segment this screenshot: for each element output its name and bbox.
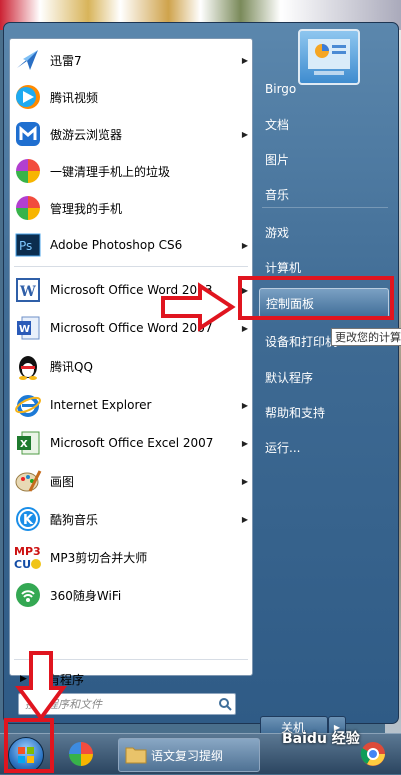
- paint-icon: [14, 467, 42, 495]
- svg-text:Ps: Ps: [19, 239, 32, 253]
- highlight-box-control-panel: [238, 276, 394, 320]
- pinwheel-icon[interactable]: [66, 739, 96, 769]
- program-item[interactable]: Internet Explorer ▶: [10, 387, 252, 423]
- word-icon: W: [14, 276, 42, 304]
- program-label: Internet Explorer: [50, 398, 152, 412]
- svg-text:MP3: MP3: [14, 545, 41, 558]
- right-item-default-programs[interactable]: 默认程序: [259, 362, 389, 392]
- program-item[interactable]: MP3 CU MP3剪切合并大师: [10, 539, 252, 575]
- arrow-down-icon: [15, 650, 67, 722]
- program-item[interactable]: Ps Adobe Photoshop CS6 ▶: [10, 227, 252, 263]
- program-label: 一键清理手机上的垃圾: [50, 164, 171, 179]
- pinwheel-icon: [14, 194, 42, 222]
- program-item[interactable]: X Microsoft Office Excel 2007 ▶: [10, 425, 252, 461]
- divider: [262, 207, 388, 208]
- right-item-pictures[interactable]: 图片: [259, 144, 389, 174]
- program-label: 傲游云浏览器: [50, 127, 123, 142]
- program-item[interactable]: 管理我的手机: [10, 190, 252, 226]
- program-label: 迅雷7: [50, 53, 82, 68]
- svg-text:CU: CU: [14, 558, 31, 571]
- taskbar-task-document[interactable]: 语文复习提纲: [118, 738, 260, 772]
- qq-penguin-icon: [14, 352, 42, 380]
- start-menu: 迅雷7 ▶ 腾讯视频 傲游云浏览器 ▶ 一键清理手机上的垃圾 管理我的手机 Ps…: [3, 22, 399, 738]
- word-icon: W: [14, 314, 42, 342]
- task-label: 语文复习提纲: [151, 748, 224, 763]
- mp3-cutter-icon: MP3 CU: [14, 543, 42, 571]
- divider: [14, 266, 248, 267]
- program-label: MP3剪切合并大师: [50, 550, 148, 565]
- svg-text:W: W: [19, 324, 30, 335]
- program-item[interactable]: 画图 ▶: [10, 463, 252, 499]
- ie-icon: [14, 391, 42, 419]
- submenu-arrow-icon: ▶: [241, 400, 249, 410]
- program-item[interactable]: 迅雷7 ▶: [10, 42, 252, 78]
- right-item-run[interactable]: 运行...: [259, 432, 389, 462]
- program-item[interactable]: 傲游云浏览器 ▶: [10, 116, 252, 152]
- program-label: 360随身WiFi: [50, 588, 122, 603]
- program-label: 酷狗音乐: [50, 512, 99, 527]
- svg-text:X: X: [20, 439, 28, 450]
- submenu-arrow-icon: ▶: [241, 323, 249, 333]
- watermark: Baidu 经验: [282, 731, 360, 747]
- right-item-user[interactable]: Birgo: [259, 74, 389, 104]
- right-item-games[interactable]: 游戏: [259, 217, 389, 247]
- program-label: Microsoft Office Excel 2007: [50, 436, 214, 450]
- pinwheel-icon: [14, 157, 42, 185]
- thunder-bird-icon: [14, 46, 42, 74]
- submenu-arrow-icon: ▶: [241, 55, 249, 65]
- wifi-360-icon: [14, 581, 42, 609]
- kugou-icon: K: [14, 505, 42, 533]
- maxthon-icon: [14, 120, 42, 148]
- right-item-music[interactable]: 音乐: [259, 179, 389, 209]
- program-label: 管理我的手机: [50, 201, 123, 216]
- svg-text:K: K: [23, 513, 34, 528]
- chrome-icon[interactable]: [358, 739, 388, 769]
- program-label: 腾讯QQ: [50, 359, 93, 374]
- photoshop-icon: Ps: [14, 231, 42, 259]
- programs-pane: 迅雷7 ▶ 腾讯视频 傲游云浏览器 ▶ 一键清理手机上的垃圾 管理我的手机 Ps…: [9, 38, 253, 687]
- submenu-arrow-icon: ▶: [241, 129, 249, 139]
- submenu-arrow-icon: ▶: [241, 514, 249, 524]
- submenu-arrow-icon: ▶: [241, 438, 249, 448]
- program-label: 画图: [50, 474, 75, 489]
- tooltip: 更改您的计算: [331, 328, 401, 346]
- search-icon[interactable]: [215, 694, 235, 714]
- program-item[interactable]: 360随身WiFi: [10, 577, 252, 613]
- highlight-box-start-button: [4, 718, 54, 773]
- folder-icon: [125, 744, 147, 767]
- submenu-arrow-icon: ▶: [241, 476, 249, 486]
- program-label: 腾讯视频: [50, 90, 99, 105]
- excel-icon: X: [14, 429, 42, 457]
- svg-text:W: W: [19, 284, 36, 300]
- program-label: Adobe Photoshop CS6: [50, 238, 183, 252]
- program-item[interactable]: 腾讯QQ: [10, 348, 252, 384]
- arrow-right-icon: [160, 282, 236, 332]
- program-item[interactable]: 腾讯视频: [10, 79, 252, 115]
- program-item[interactable]: 一键清理手机上的垃圾: [10, 153, 252, 189]
- right-item-documents[interactable]: 文档: [259, 109, 389, 139]
- program-item[interactable]: K 酷狗音乐 ▶: [10, 501, 252, 537]
- right-item-help-support[interactable]: 帮助和支持: [259, 397, 389, 427]
- tencent-video-icon: [14, 83, 42, 111]
- submenu-arrow-icon: ▶: [241, 240, 249, 250]
